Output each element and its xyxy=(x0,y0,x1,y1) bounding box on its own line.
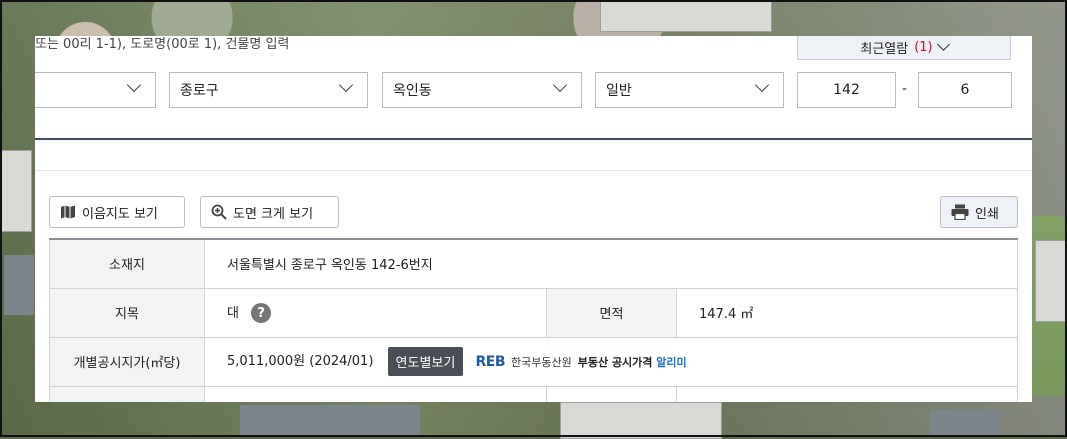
reb-service-name: 부동산 공시가격 알리미 xyxy=(578,354,687,370)
help-icon[interactable]: ? xyxy=(251,303,272,324)
chevron-down-icon xyxy=(754,77,770,93)
land-type-select-value: 일반 xyxy=(606,83,632,99)
table-row xyxy=(49,385,1018,402)
enlarge-drawing-button[interactable]: 도면 크게 보기 xyxy=(200,196,339,228)
dong-select[interactable]: 옥인동 xyxy=(382,72,582,108)
chevron-down-icon xyxy=(126,77,142,93)
view-by-year-button[interactable]: 연도별보기 xyxy=(387,347,464,376)
reb-price-alert-link[interactable]: REB 한국부동산원 부동산 공시가격 알리미 xyxy=(476,354,687,370)
lot-number-separator: - xyxy=(902,81,908,97)
land-category-label: 지목 xyxy=(49,287,205,338)
recent-views-button[interactable]: 최근열람 (1) xyxy=(797,36,1011,60)
location-value: 서울특별시 종로구 옥인동 142-6번지 xyxy=(204,238,1018,289)
reb-logo: REB xyxy=(475,353,506,370)
printer-icon xyxy=(951,204,969,220)
chevron-down-icon xyxy=(936,38,950,51)
dong-select-value: 옥인동 xyxy=(393,83,432,99)
chevron-down-icon xyxy=(338,77,354,93)
view-map-button[interactable]: 이음지도 보기 xyxy=(49,196,185,228)
table-cell-empty xyxy=(49,385,205,402)
recent-views-count: (1) xyxy=(914,39,933,55)
table-row: 개별공시지가(㎡당) 5,011,000원 (2024/01) 연도별보기 RE… xyxy=(49,336,1018,387)
reb-service-prefix: 부동산 공시가격 xyxy=(577,355,653,369)
table-cell-empty xyxy=(546,385,677,402)
reb-service-highlight: 알리미 xyxy=(656,355,687,369)
land-category-value: 대 xyxy=(227,305,239,321)
zoom-in-icon xyxy=(211,204,227,220)
table-row: 지목 대 ? 면적 147.4 ㎡ xyxy=(49,287,1018,338)
table-cell-empty xyxy=(676,385,1018,402)
table-cell-empty xyxy=(204,385,547,402)
main-lot-number-input[interactable]: 142 xyxy=(797,72,896,108)
section-divider-light xyxy=(35,170,1032,171)
table-row: 소재지 서울특별시 종로구 옥인동 142-6번지 xyxy=(49,238,1018,289)
official-price-label: 개별공시지가(㎡당) xyxy=(49,336,205,387)
area-value: 147.4 ㎡ xyxy=(676,287,1018,338)
area-label: 면적 xyxy=(546,287,677,338)
recent-views-label: 최근열람 xyxy=(860,41,909,57)
enlarge-drawing-label: 도면 크게 보기 xyxy=(233,206,314,222)
view-map-label: 이음지도 보기 xyxy=(82,206,158,222)
official-price-cell: 5,011,000원 (2024/01) 연도별보기 REB 한국부동산원 부동… xyxy=(204,336,1018,387)
sigungu-select-value: 종로구 xyxy=(180,83,219,99)
land-type-select[interactable]: 일반 xyxy=(595,72,784,108)
official-price-value: 5,011,000원 (2024/01) xyxy=(227,354,374,369)
search-hint-text: 또는 00리 1-1), 도로명(00로 1), 건물명 입력 xyxy=(35,37,290,52)
land-info-table: 소재지 서울특별시 종로구 옥인동 142-6번지 지목 대 ? 면적 147.… xyxy=(49,238,1018,402)
land-info-panel: 또는 00리 1-1), 도로명(00로 1), 건물명 입력 최근열람 (1)… xyxy=(35,36,1032,402)
land-category-cell: 대 ? xyxy=(204,287,547,338)
sub-lot-number-input[interactable]: 6 xyxy=(918,72,1012,108)
chevron-down-icon xyxy=(552,77,568,93)
sigungu-select[interactable]: 종로구 xyxy=(169,72,368,108)
print-label: 인쇄 xyxy=(975,206,999,222)
sido-select[interactable] xyxy=(35,72,156,108)
section-divider xyxy=(35,138,1032,140)
print-button[interactable]: 인쇄 xyxy=(940,196,1018,228)
location-label: 소재지 xyxy=(49,238,205,289)
reb-org-name: 한국부동산원 xyxy=(511,355,572,369)
map-icon xyxy=(60,205,76,219)
